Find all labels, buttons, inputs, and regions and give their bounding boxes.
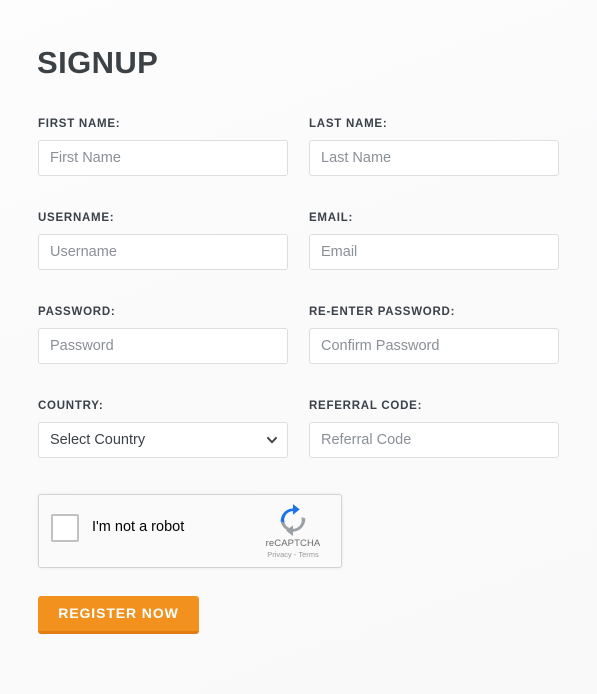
field-username: USERNAME: [38,212,288,270]
recaptcha-checkbox[interactable] [51,514,79,542]
referral-code-label: REFERRAL CODE: [309,400,423,412]
country-select-wrap: Select Country [38,422,288,458]
email-input[interactable] [309,234,559,270]
recaptcha-widget[interactable]: I'm not a robot reCAPTCHA Privacy - Term… [38,494,342,568]
referral-code-input[interactable] [309,422,559,458]
form-row-password: PASSWORD: RE-ENTER PASSWORD: [0,306,597,400]
username-input[interactable] [38,234,288,270]
field-email: EMAIL: [309,212,559,270]
register-now-button[interactable]: REGISTER NOW [38,596,199,634]
recaptcha-branding: reCAPTCHA Privacy - Terms [254,503,332,560]
signup-form: FIRST NAME: LAST NAME: USERNAME: EMAIL: … [0,118,597,494]
field-confirm-password: RE-ENTER PASSWORD: [309,306,559,364]
form-row-country: COUNTRY: Select Country REFERRAL CODE: [0,400,597,494]
first-name-label: FIRST NAME: [38,118,121,130]
country-label: COUNTRY: [38,400,104,412]
email-label: EMAIL: [309,212,354,224]
password-input[interactable] [38,328,288,364]
signup-page: SIGNUP FIRST NAME: LAST NAME: USERNAME: … [0,0,597,694]
last-name-label: LAST NAME: [309,118,388,130]
recaptcha-privacy-terms[interactable]: Privacy - Terms [254,550,332,560]
recaptcha-logo-icon [280,504,306,536]
password-label: PASSWORD: [38,306,116,318]
recaptcha-brand-name: reCAPTCHA [265,538,321,549]
form-row-name: FIRST NAME: LAST NAME: [0,118,597,212]
form-row-account: USERNAME: EMAIL: [0,212,597,306]
last-name-input[interactable] [309,140,559,176]
first-name-input[interactable] [38,140,288,176]
recaptcha-label: I'm not a robot [92,519,185,535]
country-select[interactable]: Select Country [38,422,288,458]
field-last-name: LAST NAME: [309,118,559,176]
confirm-password-input[interactable] [309,328,559,364]
username-label: USERNAME: [38,212,115,224]
field-password: PASSWORD: [38,306,288,364]
page-title: SIGNUP [37,45,159,80]
field-first-name: FIRST NAME: [38,118,288,176]
field-country: COUNTRY: Select Country [38,400,288,458]
field-referral-code: REFERRAL CODE: [309,400,559,458]
confirm-password-label: RE-ENTER PASSWORD: [309,306,456,318]
